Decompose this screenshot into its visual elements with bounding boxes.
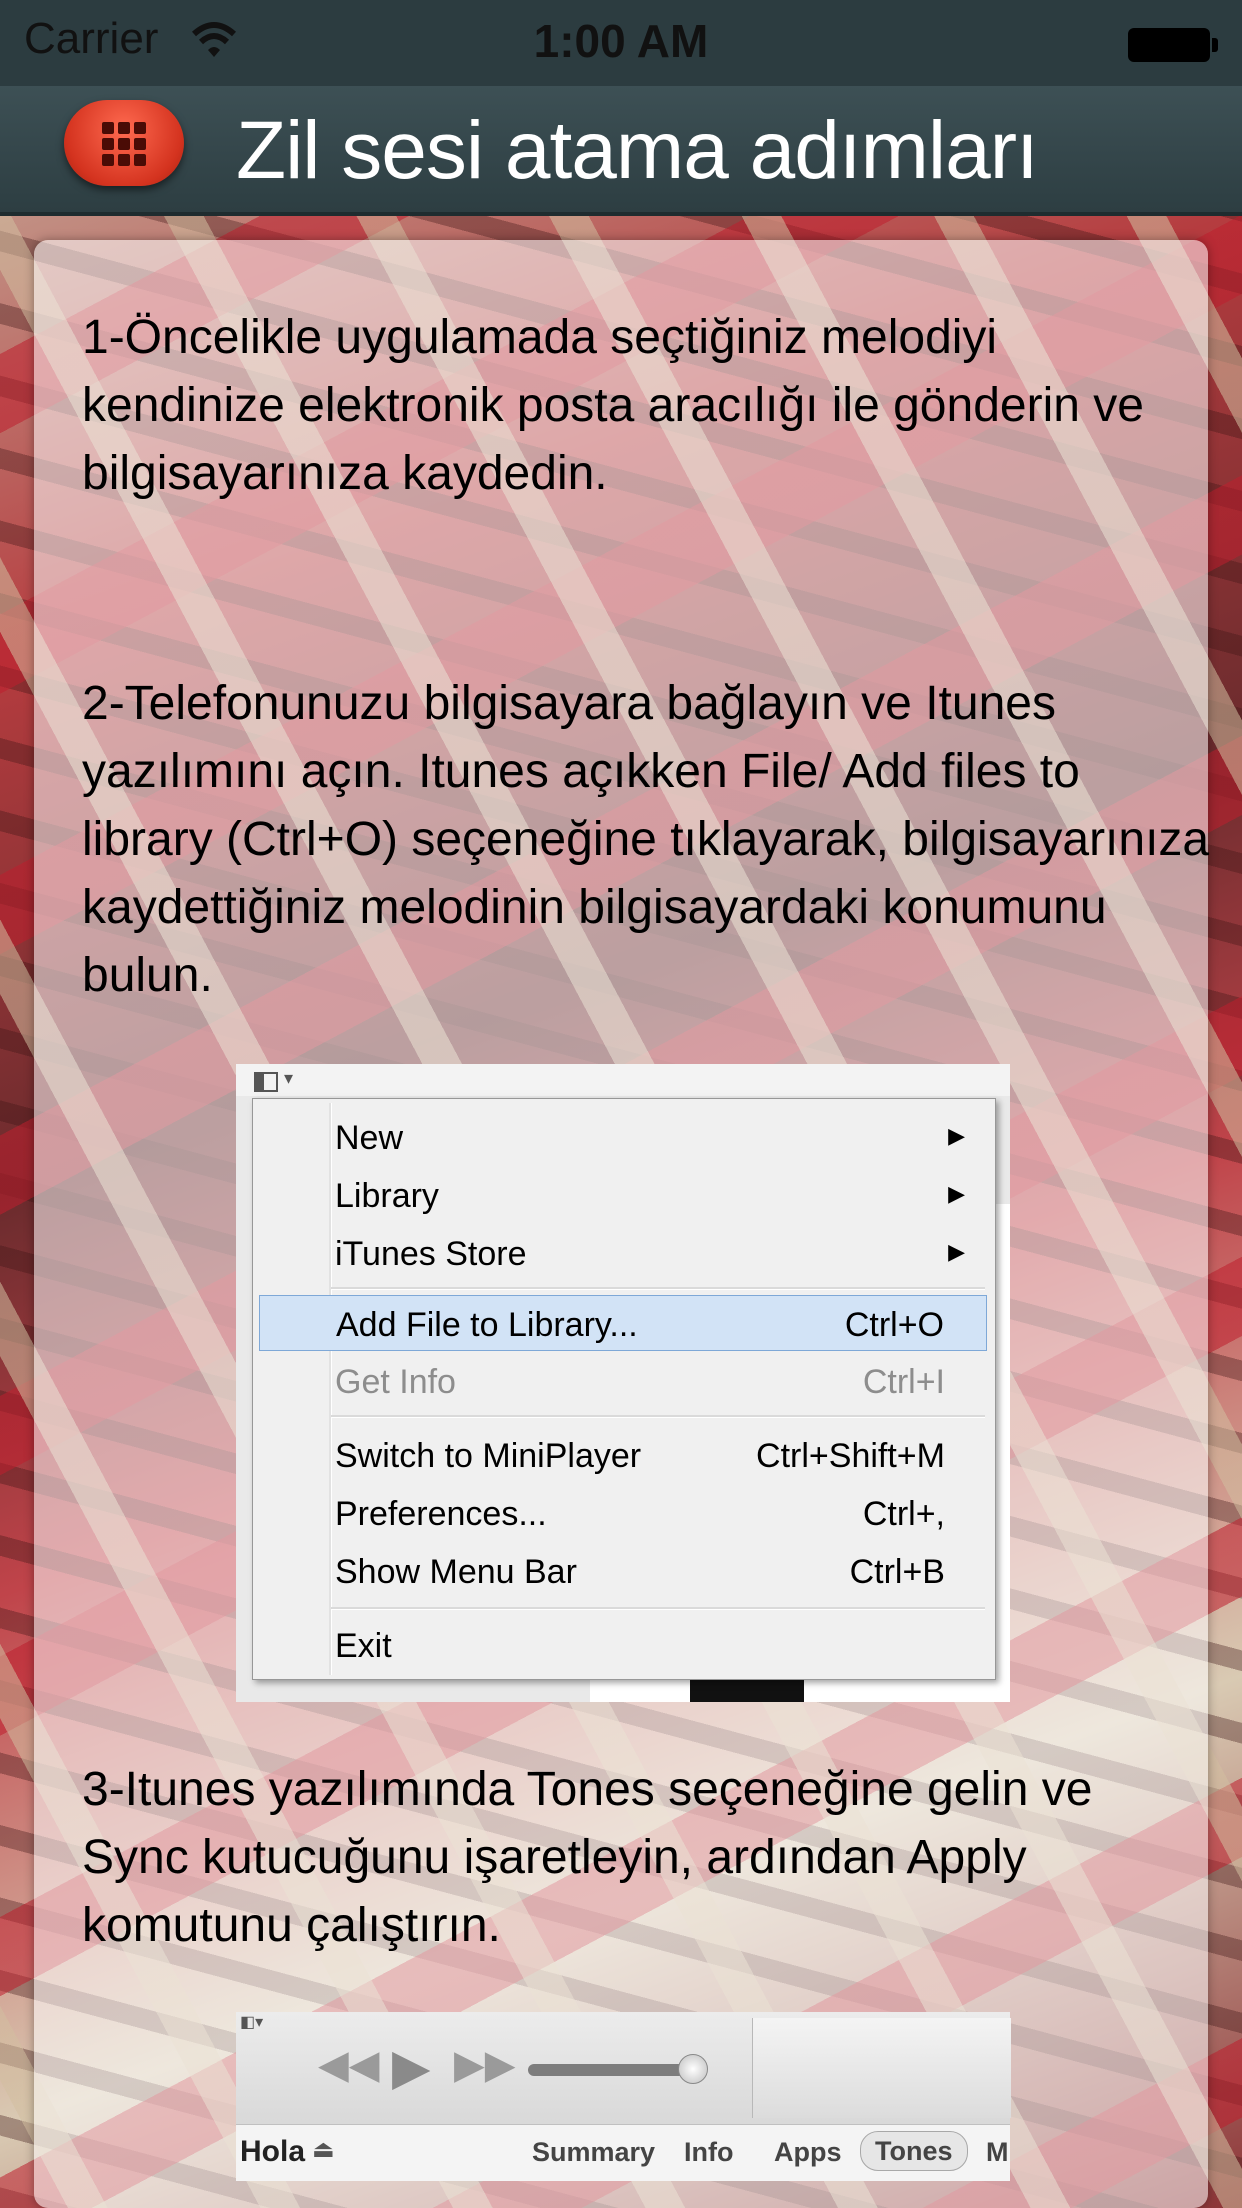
menu-item-miniplayer: Switch to MiniPlayer Ctrl+Shift+M — [259, 1427, 987, 1483]
menu-item-shortcut: Ctrl+Shift+M — [756, 1437, 945, 1475]
file-context-menu: New ▶ Library ▶ iTunes Store ▶ Add File … — [252, 1098, 996, 1680]
menu-item-preferences: Preferences... Ctrl+, — [259, 1485, 987, 1541]
status-bar: Carrier 1:00 AM — [0, 0, 1242, 86]
menu-item-new: New ▶ — [259, 1109, 987, 1165]
menu-separator — [331, 1607, 985, 1610]
menu-item-label: Show Menu Bar — [335, 1553, 577, 1591]
play-icon: ▶ — [392, 2039, 431, 2095]
menu-item-show-menu-bar: Show Menu Bar Ctrl+B — [259, 1543, 987, 1599]
tab-info: Info — [684, 2137, 734, 2167]
menu-item-shortcut: Ctrl+O — [844, 1306, 944, 1344]
navigation-bar: Zil sesi atama adımları — [0, 86, 1242, 216]
lcd-display — [752, 2018, 1011, 2118]
menu-item-label: Exit — [335, 1627, 392, 1665]
menu-item-label: Get Info — [335, 1363, 456, 1401]
step-1-text: 1-Öncelikle uygulamada seçtiğiniz melodi… — [82, 311, 1144, 500]
itunes-toolbar-screenshot: ◧▾ ◀◀ ▶ ▶▶ Hola ⏏ Summary Info Apps Tone… — [236, 2012, 1011, 2181]
menu-separator — [331, 1287, 985, 1290]
page-title: Zil sesi atama adımları — [236, 105, 1039, 196]
tab-tones: Tones — [860, 2131, 968, 2171]
menu-item-label: Switch to MiniPlayer — [335, 1437, 642, 1475]
menu-item-label: Library — [335, 1177, 439, 1215]
menu-item-exit: Exit — [259, 1617, 987, 1673]
sidebar-toggle-icon: ◧▾ — [240, 2014, 264, 2031]
menu-item-label: Preferences... — [335, 1495, 547, 1533]
menu-item-label: New — [335, 1119, 404, 1157]
device-name: Hola — [240, 2135, 306, 2168]
menu-item-library: Library ▶ — [259, 1167, 987, 1223]
submenu-arrow-icon: ▶ — [948, 1239, 965, 1264]
step-2-text: 2-Telefonunuzu bilgisayara bağlayın ve I… — [82, 677, 1210, 1002]
menu-button[interactable] — [64, 100, 184, 186]
tab-more: M — [986, 2137, 1009, 2167]
fast-forward-icon: ▶▶ — [454, 2043, 516, 2087]
menu-item-shortcut: Ctrl+B — [849, 1553, 945, 1591]
battery-icon — [1128, 28, 1218, 62]
sidebar-toggle-icon — [254, 1068, 293, 1092]
menu-item-shortcut: Ctrl+, — [862, 1495, 945, 1533]
device-tabs-bar: Hola ⏏ Summary Info Apps Tones M — [236, 2124, 1010, 2181]
tab-apps: Apps — [774, 2137, 842, 2167]
menu-item-itunes-store: iTunes Store ▶ — [259, 1225, 987, 1281]
rewind-icon: ◀◀ — [318, 2043, 380, 2087]
menu-item-label: iTunes Store — [335, 1235, 527, 1273]
menu-item-shortcut: Ctrl+I — [862, 1363, 945, 1401]
menu-separator — [331, 1415, 985, 1418]
submenu-arrow-icon: ▶ — [948, 1123, 965, 1148]
screenshot-top-strip — [236, 1064, 1010, 1096]
eject-icon: ⏏ — [312, 2136, 335, 2163]
status-time: 1:00 AM — [533, 15, 709, 67]
volume-slider-knob — [678, 2054, 708, 2084]
volume-slider-track — [528, 2064, 688, 2076]
itunes-menu-screenshot: New ▶ Library ▶ iTunes Store ▶ Add File … — [236, 1064, 1010, 1702]
tab-summary: Summary — [532, 2137, 656, 2167]
grid-icon — [102, 122, 146, 166]
menu-item-get-info: Get Info Ctrl+I — [259, 1353, 987, 1409]
menu-item-add-file: Add File to Library... Ctrl+O — [259, 1295, 987, 1351]
submenu-arrow-icon: ▶ — [948, 1181, 965, 1206]
menu-item-label: Add File to Library... — [336, 1306, 638, 1344]
step-3-text: 3-Itunes yazılımında Tones seçeneğine ge… — [82, 1763, 1093, 1952]
